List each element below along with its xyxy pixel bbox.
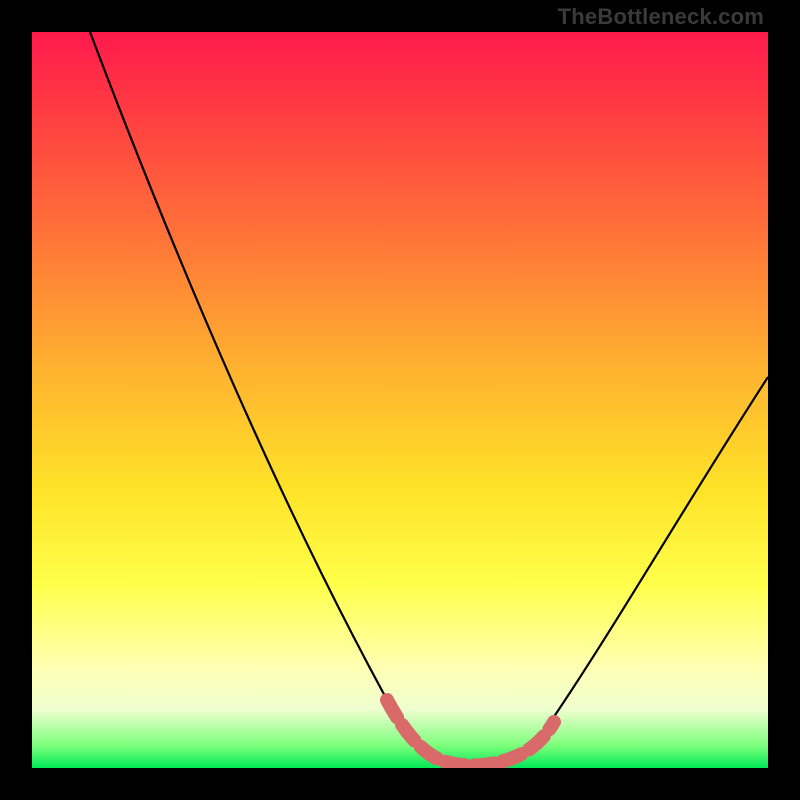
- watermark-text: TheBottleneck.com: [558, 4, 764, 30]
- highlight-segment: [387, 700, 554, 766]
- chart-overlay-svg: [32, 32, 768, 768]
- bottleneck-curve: [90, 32, 768, 765]
- chart-frame: [32, 32, 768, 768]
